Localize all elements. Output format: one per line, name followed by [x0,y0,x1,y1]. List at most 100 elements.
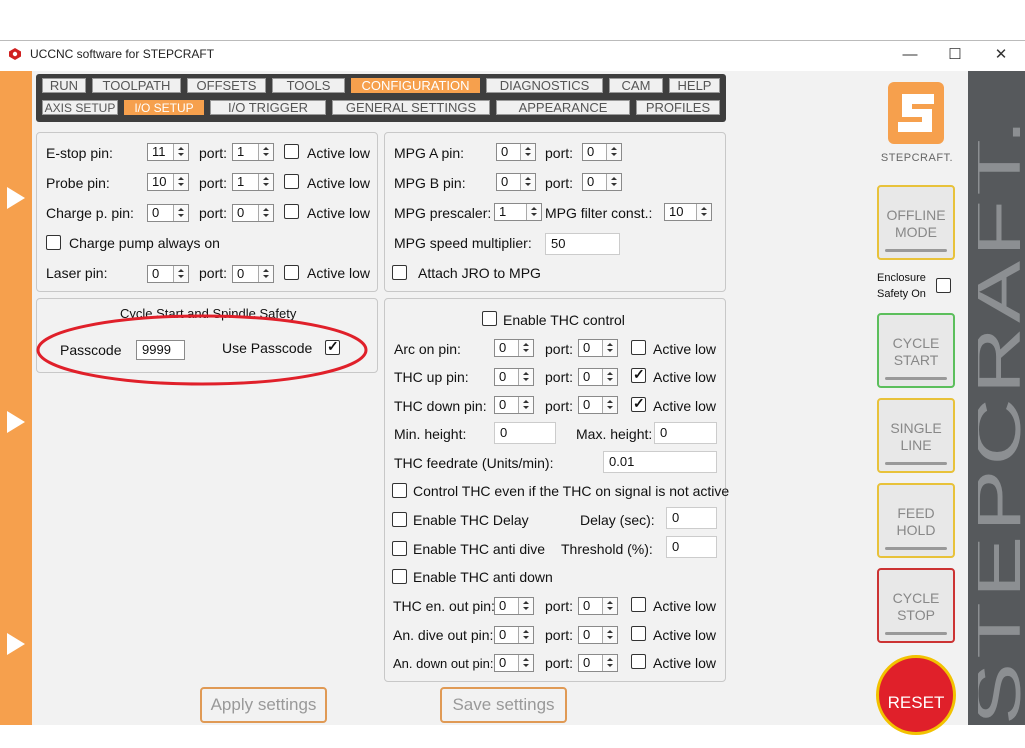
spinner-arrows-icon[interactable] [696,204,711,220]
thc-en-out-port-spinner[interactable]: 0 [578,597,618,615]
spinner-arrows-icon[interactable] [602,655,617,671]
threshold-input[interactable]: 0 [666,536,717,558]
cycle-stop-button[interactable]: CYCLE STOP [877,568,955,643]
spinner-arrows-icon[interactable] [602,397,617,413]
dive-out-pin-spinner[interactable]: 0 [494,626,534,644]
thc-down-active-low-checkbox[interactable] [631,395,646,412]
expand-arrow-icon[interactable] [7,411,25,433]
tab-appearance[interactable]: APPEARANCE [496,100,630,115]
delay-input[interactable]: 0 [666,507,717,529]
enclosure-safety-checkbox[interactable] [936,278,951,293]
enable-thc-delay-checkbox[interactable] [392,512,407,527]
mpg-filter-spinner[interactable]: 10 [664,203,712,221]
spinner-arrows-icon[interactable] [258,266,273,282]
thc-down-pin-spinner[interactable]: 0 [494,396,534,414]
thc-up-port-spinner[interactable]: 0 [578,368,618,386]
spinner-arrows-icon[interactable] [518,369,533,385]
spinner-arrows-icon[interactable] [173,174,188,190]
dive-out-active-low-checkbox[interactable] [631,626,646,641]
control-thc-even-checkbox[interactable] [392,483,407,498]
maximize-button[interactable]: ☐ [940,43,970,67]
thc-up-pin-spinner[interactable]: 0 [494,368,534,386]
enable-antidive-checkbox[interactable] [392,541,407,556]
minimize-button[interactable]: — [895,43,925,67]
down-out-pin-spinner[interactable]: 0 [494,654,534,672]
thc-down-port-spinner[interactable]: 0 [578,396,618,414]
down-out-port-spinner[interactable]: 0 [578,654,618,672]
estop-port-spinner[interactable]: 1 [232,143,274,161]
offline-mode-button[interactable]: OFFLINE MODE [877,185,955,260]
dive-out-port-spinner[interactable]: 0 [578,626,618,644]
probe-port-spinner[interactable]: 1 [232,173,274,191]
mpg-prescaler-spinner[interactable]: 1 [494,203,542,221]
reset-button[interactable]: RESET [876,655,956,735]
tab-tools[interactable]: TOOLS [272,78,345,93]
save-settings-button[interactable]: Save settings [440,687,567,723]
laser-pin-spinner[interactable]: 0 [147,265,189,283]
enable-antidown-checkbox[interactable] [392,569,407,584]
spinner-arrows-icon[interactable] [606,144,621,160]
laser-port-spinner[interactable]: 0 [232,265,274,283]
feed-hold-button[interactable]: FEED HOLD [877,483,955,558]
down-out-active-low-checkbox[interactable] [631,654,646,669]
spinner-arrows-icon[interactable] [606,174,621,190]
tab-io-setup[interactable]: I/O SETUP [124,100,204,115]
spinner-arrows-icon[interactable] [526,204,541,220]
tab-axis-setup[interactable]: AXIS SETUP [42,100,118,115]
mpg-a-pin-spinner[interactable]: 0 [496,143,536,161]
tab-configuration[interactable]: CONFIGURATION [351,78,480,93]
min-height-input[interactable]: 0 [494,422,556,444]
mpg-b-pin-spinner[interactable]: 0 [496,173,536,191]
tab-offsets[interactable]: OFFSETS [187,78,266,93]
tab-profiles[interactable]: PROFILES [636,100,720,115]
apply-settings-button[interactable]: Apply settings [200,687,327,723]
spinner-arrows-icon[interactable] [518,655,533,671]
spinner-arrows-icon[interactable] [173,205,188,221]
estop-active-low-checkbox[interactable] [284,144,299,159]
attach-jro-checkbox[interactable] [392,265,407,280]
thc-en-out-active-low-checkbox[interactable] [631,597,646,612]
spinner-arrows-icon[interactable] [518,397,533,413]
spinner-arrows-icon[interactable] [258,144,273,160]
laser-active-low-checkbox[interactable] [284,265,299,280]
spinner-arrows-icon[interactable] [602,369,617,385]
spinner-arrows-icon[interactable] [173,266,188,282]
enable-thc-checkbox[interactable] [482,311,497,326]
arc-active-low-checkbox[interactable] [631,340,646,355]
spinner-arrows-icon[interactable] [602,627,617,643]
estop-pin-spinner[interactable]: 11 [147,143,189,161]
tab-cam[interactable]: CAM [609,78,663,93]
probe-active-low-checkbox[interactable] [284,174,299,189]
charge-active-low-checkbox[interactable] [284,204,299,219]
tab-run[interactable]: RUN [42,78,86,93]
spinner-arrows-icon[interactable] [602,340,617,356]
cycle-start-button[interactable]: CYCLE START [877,313,955,388]
mpg-b-port-spinner[interactable]: 0 [582,173,622,191]
spinner-arrows-icon[interactable] [173,144,188,160]
thc-en-out-pin-spinner[interactable]: 0 [494,597,534,615]
spinner-arrows-icon[interactable] [520,144,535,160]
expand-arrow-icon[interactable] [7,187,25,209]
mpg-a-port-spinner[interactable]: 0 [582,143,622,161]
expand-arrow-icon[interactable] [7,633,25,655]
tab-general-settings[interactable]: GENERAL SETTINGS [332,100,490,115]
spinner-arrows-icon[interactable] [602,598,617,614]
probe-pin-spinner[interactable]: 10 [147,173,189,191]
tab-help[interactable]: HELP [669,78,720,93]
tab-diagnostics[interactable]: DIAGNOSTICS [486,78,603,93]
thc-up-active-low-checkbox[interactable] [631,366,646,383]
spinner-arrows-icon[interactable] [258,174,273,190]
mpg-speed-input[interactable]: 50 [545,233,620,255]
arc-pin-spinner[interactable]: 0 [494,339,534,357]
arc-port-spinner[interactable]: 0 [578,339,618,357]
tab-toolpath[interactable]: TOOLPATH [92,78,181,93]
max-height-input[interactable]: 0 [654,422,717,444]
close-button[interactable]: ✕ [986,43,1016,67]
tab-io-trigger[interactable]: I/O TRIGGER [210,100,326,115]
charge-pin-spinner[interactable]: 0 [147,204,189,222]
thc-feedrate-input[interactable]: 0.01 [603,451,717,473]
charge-port-spinner[interactable]: 0 [232,204,274,222]
spinner-arrows-icon[interactable] [518,340,533,356]
charge-always-on-checkbox[interactable] [46,235,61,250]
spinner-arrows-icon[interactable] [518,598,533,614]
